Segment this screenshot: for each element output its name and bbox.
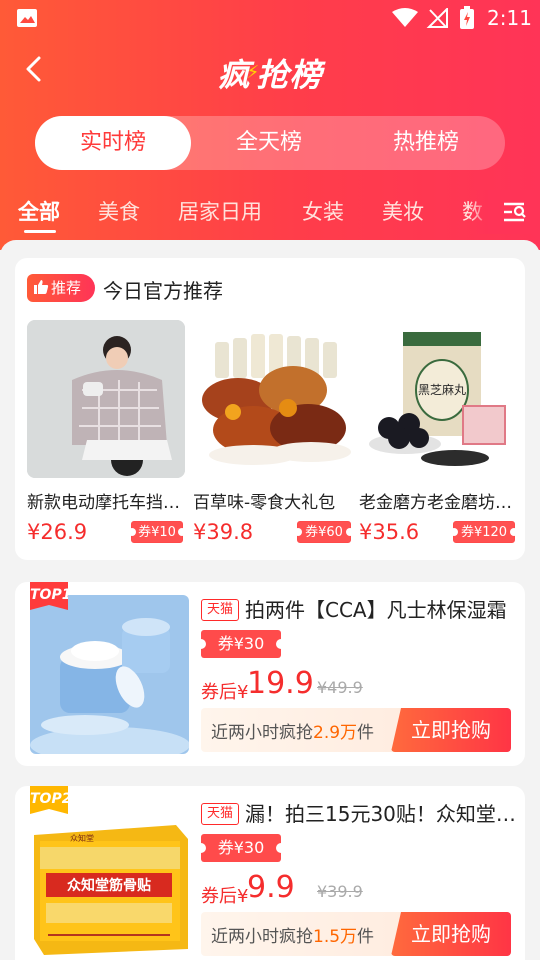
sales-prefix: 近两小时疯抢: [211, 927, 313, 947]
recommend-badge: 推荐: [27, 274, 95, 302]
sales-count: 1.5万: [313, 927, 358, 947]
recommend-item-name: 老金磨方老金磨坊黑芝麻丸: [359, 493, 519, 513]
rank-item-coupon: 券¥30: [196, 834, 286, 862]
category-beauty[interactable]: 美妆: [382, 196, 424, 226]
recommend-item[interactable]: 新款电动摩托车挡风被 ¥26.9 券¥10: [27, 320, 187, 544]
tmall-tag: 天猫: [201, 803, 239, 825]
page-title: 疯⚡抢榜: [0, 50, 540, 96]
rank-item[interactable]: TOP1 天猫 拍两件【CCA】凡士林保湿霜 券¥30 券后¥ 19.9 ¥49…: [15, 582, 525, 766]
after-coupon-price: 9.9: [247, 870, 295, 905]
recommend-item-coupon: 券¥10: [128, 521, 186, 543]
category-menu-icon[interactable]: [500, 198, 528, 226]
tab-hot[interactable]: 热推榜: [347, 116, 505, 170]
sales-count: 2.9万: [313, 723, 358, 743]
sales-bar: 近两小时疯抢2.9万件 立即抢购: [201, 708, 511, 752]
category-tabs: 全部 美食 居家日用 女装 美妆 数: [0, 190, 540, 234]
recommend-item-price: ¥35.6: [359, 520, 420, 544]
recommend-item-name: 百草味-零食大礼包: [193, 493, 336, 513]
recommend-badge-label: 推荐: [51, 279, 82, 297]
thumbs-up-icon: [34, 280, 49, 294]
page-title-left: 疯: [217, 56, 251, 94]
original-price: ¥49.9: [317, 678, 363, 697]
recommend-item-price: ¥39.8: [193, 520, 254, 544]
lightning-icon: ⚡: [246, 62, 261, 83]
sales-text: 近两小时疯抢2.9万件: [211, 718, 374, 743]
image-icon: [17, 9, 37, 27]
after-coupon-label: 券后¥: [201, 886, 249, 907]
clock-time: 2:11: [487, 6, 532, 30]
category-home[interactable]: 居家日用: [178, 196, 262, 226]
patch-box-brand: 众知堂: [70, 833, 94, 843]
tab-realtime[interactable]: 实时榜: [35, 116, 191, 170]
rank-item[interactable]: 众知堂筋骨贴 众知堂 TOP2 天猫 漏！拍三15元30贴！众知堂筋骨贴 券¥30…: [15, 786, 525, 960]
product-image-snacks: [193, 320, 351, 478]
rank-item-name: 漏！拍三15元30贴！众知堂筋骨贴: [245, 802, 525, 826]
recommend-item-price: ¥26.9: [27, 520, 88, 544]
recommend-item[interactable]: 百草味-零食大礼包 ¥39.8 券¥60: [193, 320, 354, 544]
rank-item-name: 拍两件【CCA】凡士林保湿霜: [245, 598, 507, 622]
after-coupon-label: 券后¥: [201, 682, 249, 703]
recommend-item[interactable]: 黑芝麻丸 老金磨方老金磨坊黑芝麻丸 ¥35.6 券¥120: [359, 320, 519, 544]
wifi-icon: [392, 8, 418, 27]
sales-text: 近两小时疯抢1.5万件: [211, 922, 374, 947]
category-food[interactable]: 美食: [98, 196, 140, 226]
recommend-item-coupon: 券¥120: [450, 521, 518, 543]
product-image-patch: 众知堂筋骨贴 众知堂: [30, 799, 189, 958]
original-price: ¥39.9: [317, 882, 363, 901]
page-title-right: 抢榜: [256, 56, 323, 94]
rank-tab-bar: 实时榜 全天榜 热推榜: [35, 116, 505, 170]
product-image-sesame: 黑芝麻丸: [359, 320, 517, 478]
product-image-scooter: [27, 320, 185, 478]
product-image-cream: [30, 595, 189, 754]
category-women[interactable]: 女装: [302, 196, 344, 226]
signal-icon: [426, 8, 448, 28]
sesame-box-label: 黑芝麻丸: [418, 382, 466, 397]
sales-bar: 近两小时疯抢1.5万件 立即抢购: [201, 912, 511, 956]
recommend-title: 今日官方推荐: [103, 279, 223, 303]
tmall-tag: 天猫: [201, 599, 239, 621]
sales-suffix: 件: [357, 927, 375, 947]
tab-allday[interactable]: 全天榜: [191, 116, 347, 170]
sales-prefix: 近两小时疯抢: [211, 723, 313, 743]
buy-now-button[interactable]: 立即抢购: [391, 912, 511, 956]
battery-icon: [460, 6, 474, 29]
category-underline: [24, 230, 56, 233]
after-coupon-price: 19.9: [247, 666, 314, 701]
buy-now-button[interactable]: 立即抢购: [391, 708, 511, 752]
content-sheet: 推荐 今日官方推荐 新款电动摩托车挡风被 ¥26.9 券¥10 百草味-零食大礼…: [0, 240, 540, 960]
rank-item-coupon: 券¥30: [196, 630, 286, 658]
recommend-item-name: 新款电动摩托车挡风被: [27, 493, 187, 513]
recommend-item-coupon: 券¥60: [294, 521, 354, 543]
category-all[interactable]: 全部: [18, 196, 60, 226]
status-bar: 2:11: [0, 0, 540, 36]
sales-suffix: 件: [357, 723, 375, 743]
recommend-card: 推荐 今日官方推荐 新款电动摩托车挡风被 ¥26.9 券¥10 百草味-零食大礼…: [15, 258, 525, 560]
patch-box-title: 众知堂筋骨贴: [67, 877, 151, 894]
